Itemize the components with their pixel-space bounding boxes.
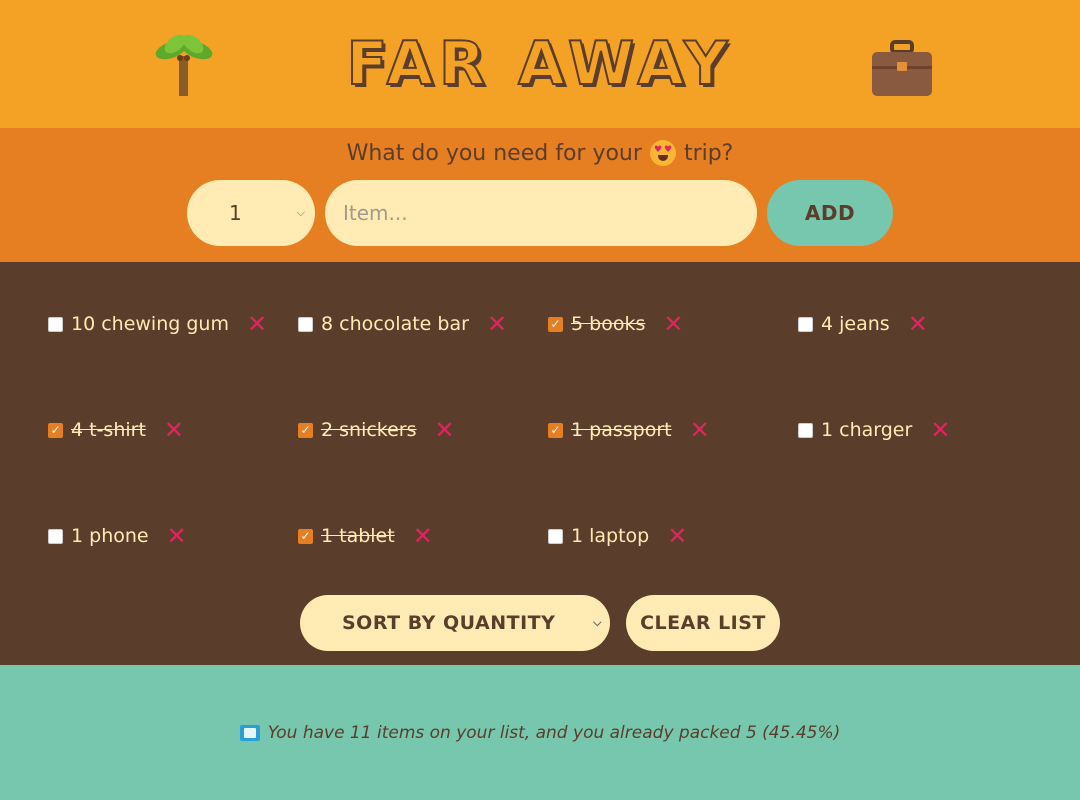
delete-icon[interactable]: ✕ [487,312,507,336]
sort-value: SORT BY QUANTITY [342,612,556,634]
packed-checkbox[interactable]: ✓ [48,316,63,332]
delete-icon[interactable]: ✕ [690,418,710,442]
list-item: ✓ 2 snickers ✕ [298,418,548,442]
checkmark-icon: ✓ [550,423,561,437]
packed-checkbox[interactable]: ✓ [298,528,313,544]
form-question: What do you need for your ♥ ♥ trip? [346,140,734,166]
packed-checkbox[interactable]: ✓ [298,422,313,438]
item-grid: ✓ 10 chewing gum ✕ ✓ 8 chocolate bar ✕ ✓ 5 book… [48,312,1048,630]
item-label: 10 chewing gum [71,313,229,335]
delete-icon[interactable]: ✕ [247,312,267,336]
delete-icon[interactable]: ✕ [667,524,687,548]
form-row: 1 ⌵ Item... ADD [187,180,893,246]
delete-icon[interactable]: ✕ [930,418,950,442]
item-label: 1 passport [571,419,672,441]
packed-checkbox[interactable]: ✓ [548,316,563,332]
item-input[interactable]: Item... [325,180,757,246]
list-item: ✓ 4 t-shirt ✕ [48,418,298,442]
stats-text: You have 11 items on your list, and you … [267,722,841,743]
delete-icon[interactable]: ✕ [435,418,455,442]
packed-checkbox[interactable]: ✓ [48,422,63,438]
list-item: ✓ 1 tablet ✕ [298,524,548,548]
list-item: ✓ 8 chocolate bar ✕ [298,312,548,336]
app-title: FAR AWAY [346,28,734,100]
quantity-select[interactable]: 1 ⌵ [187,180,315,246]
checkmark-icon: ✓ [550,317,561,331]
clear-list-button[interactable]: CLEAR LIST [626,595,780,651]
packed-checkbox[interactable]: ✓ [548,528,563,544]
item-label: 2 snickers [321,419,417,441]
list-item: ✓ 5 books ✕ [548,312,798,336]
checkmark-icon: ✓ [300,529,311,543]
item-label: 1 charger [821,419,913,441]
list-item: ✓ 10 chewing gum ✕ [48,312,298,336]
item-label: 1 tablet [321,525,395,547]
item-label: 4 jeans [821,313,890,335]
packed-checkbox[interactable]: ✓ [48,528,63,544]
checkmark-icon: ✓ [300,423,311,437]
item-label: 1 phone [71,525,149,547]
header: FAR AWAY [0,0,1080,128]
list-item: ✓ 1 charger ✕ [798,418,1048,442]
heart-eyes-emoji-icon: ♥ ♥ [649,140,676,166]
packed-checkbox[interactable]: ✓ [798,316,813,332]
add-button[interactable]: ADD [767,180,893,246]
stats-footer: You have 11 items on your list, and you … [0,665,1080,800]
delete-icon[interactable]: ✕ [164,418,184,442]
palm-tree-icon [155,34,213,96]
packed-checkbox[interactable]: ✓ [298,316,313,332]
item-label: 4 t-shirt [71,419,146,441]
sort-select[interactable]: SORT BY QUANTITY ⌵ [300,595,610,651]
question-text-before: What do you need for your [346,140,642,166]
checkmark-icon: ✓ [50,423,61,437]
app: FAR AWAY What do you need for your ♥ ♥ tr… [0,0,1080,800]
quantity-value: 1 [229,201,242,225]
list-item: ✓ 1 phone ✕ [48,524,298,548]
item-label: 8 chocolate bar [321,313,469,335]
list-item: ✓ 4 jeans ✕ [798,312,1048,336]
packed-checkbox[interactable]: ✓ [548,422,563,438]
suitcase-icon [872,40,932,96]
chevron-down-icon: ⌵ [296,206,305,219]
packed-checkbox[interactable]: ✓ [798,422,813,438]
list-item: ✓ 1 laptop ✕ [548,524,798,548]
list-actions: SORT BY QUANTITY ⌵ CLEAR LIST [0,595,1080,651]
luggage-icon [239,724,260,741]
item-label: 1 laptop [571,525,650,547]
item-input-placeholder: Item... [343,201,408,225]
chevron-down-icon: ⌵ [593,616,602,629]
delete-icon[interactable]: ✕ [663,312,683,336]
delete-icon[interactable]: ✕ [413,524,433,548]
add-item-form: What do you need for your ♥ ♥ trip? 1 ⌵ I… [0,128,1080,262]
item-label: 5 books [571,313,646,335]
delete-icon[interactable]: ✕ [167,524,187,548]
question-text-after: trip? [683,140,734,166]
list-item: ✓ 1 passport ✕ [548,418,798,442]
packing-list: ✓ 10 chewing gum ✕ ✓ 8 chocolate bar ✕ ✓ 5 book… [0,262,1080,665]
delete-icon[interactable]: ✕ [908,312,928,336]
